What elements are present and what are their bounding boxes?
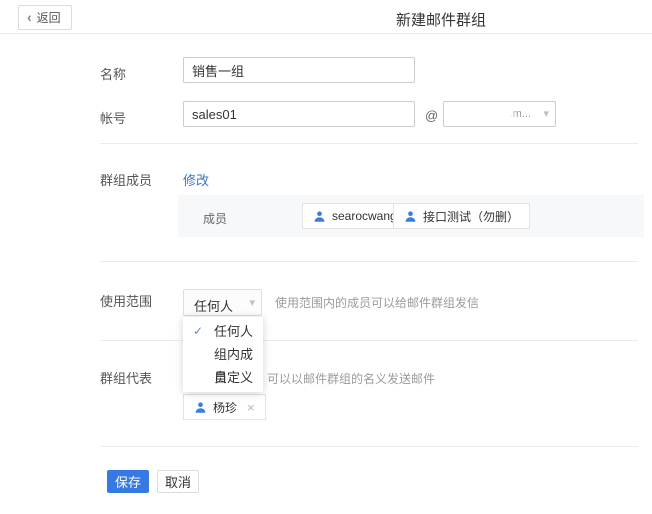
members-panel: 成员 searocwang 接口测试（勿删） xyxy=(178,195,644,237)
caret-down-icon: ▾ xyxy=(249,296,255,309)
divider xyxy=(100,143,638,144)
member-tag-label: searocwang xyxy=(332,209,397,223)
divider xyxy=(100,340,638,341)
person-icon xyxy=(313,210,326,223)
back-button-label: 返回 xyxy=(37,9,61,26)
account-input[interactable] xyxy=(183,101,415,127)
scope-option-group-members[interactable]: 组内成员 xyxy=(183,343,263,366)
person-icon xyxy=(404,210,417,223)
scope-select-value: 任何人 xyxy=(194,296,233,315)
group-members-label: 群组成员 xyxy=(100,170,152,189)
caret-down-icon: ▾ xyxy=(543,107,549,120)
scope-option-label: 任何人 xyxy=(214,324,253,339)
member-tag[interactable]: 接口测试（勿删） xyxy=(393,203,530,229)
check-icon: ✓ xyxy=(193,320,203,343)
representative-hint: 可以以邮件群组的名义发送邮件 xyxy=(267,370,435,387)
member-sublabel: 成员 xyxy=(203,210,227,227)
member-tag[interactable]: searocwang xyxy=(302,203,408,229)
close-icon[interactable]: × xyxy=(247,400,255,415)
domain-blur-mask xyxy=(446,103,508,125)
scope-dropdown: ✓ 任何人 组内成员 自定义 xyxy=(183,317,263,392)
back-button[interactable]: ‹ 返回 xyxy=(18,5,72,30)
person-icon xyxy=(194,401,207,414)
modify-members-link[interactable]: 修改 xyxy=(183,170,209,189)
domain-select[interactable]: ang.m... ▾ xyxy=(443,101,556,127)
scope-option-anyone[interactable]: ✓ 任何人 xyxy=(183,320,263,343)
scope-option-custom[interactable]: 自定义 xyxy=(183,366,263,389)
save-button[interactable]: 保存 xyxy=(107,470,149,493)
representative-tag-label: 杨珍 xyxy=(213,399,237,416)
name-input[interactable] xyxy=(183,57,415,83)
scope-label: 使用范围 xyxy=(100,291,152,310)
chevron-left-icon: ‹ xyxy=(27,10,32,24)
name-label: 名称 xyxy=(100,64,126,83)
at-symbol: @ xyxy=(425,108,438,123)
member-tag-label: 接口测试（勿删） xyxy=(423,208,519,225)
top-bar: ‹ 返回 新建邮件群组 xyxy=(0,0,652,34)
cancel-button[interactable]: 取消 xyxy=(157,470,199,493)
page-title: 新建邮件群组 xyxy=(326,9,556,30)
new-mail-group-page: ‹ 返回 新建邮件群组 名称 帐号 @ ang.m... ▾ 群组成员 修改 成… xyxy=(0,0,652,514)
divider xyxy=(100,446,638,447)
scope-hint: 使用范围内的成员可以给邮件群组发信 xyxy=(275,294,479,311)
representative-label: 群组代表 xyxy=(100,368,152,387)
scope-option-label: 自定义 xyxy=(214,370,253,385)
account-label: 帐号 xyxy=(100,108,126,127)
scope-select[interactable]: 任何人 ▾ xyxy=(183,289,262,316)
representative-tag[interactable]: 杨珍 × xyxy=(183,394,266,420)
divider xyxy=(100,261,638,262)
